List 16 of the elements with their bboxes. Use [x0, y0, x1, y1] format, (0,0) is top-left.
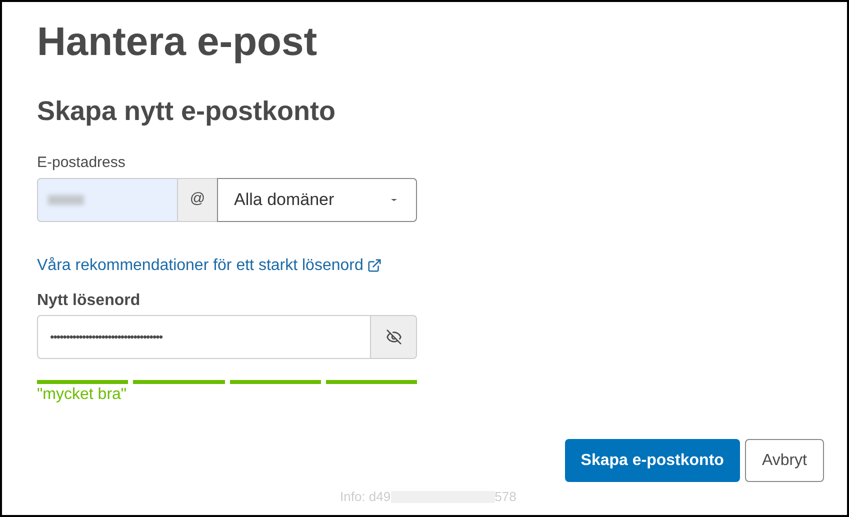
field-label: E-postadress	[37, 153, 126, 173]
eye-slash-icon	[386, 328, 402, 344]
password-input[interactable]: •••••••••••••••••••••••••••••••••••	[37, 314, 371, 358]
section-title: Skapa nytt e-postkonto	[37, 95, 336, 128]
password-recommendations-link[interactable]: Våra rekommendationer för ett starkt lösenord	[37, 254, 382, 278]
redacted-value	[48, 194, 84, 204]
email-input[interactable]	[37, 178, 178, 222]
page-title: Hantera e-post	[37, 19, 318, 66]
field-label: Nytt lösenord	[37, 290, 140, 310]
external-link-icon	[367, 258, 382, 273]
create-account-button[interactable]: Skapa e-postkonto	[564, 439, 740, 482]
show-password-button[interactable]	[371, 314, 417, 358]
at-addon: @	[178, 178, 217, 222]
cancel-button[interactable]: Avbryt	[744, 439, 824, 482]
strength-label: "mycket bra"	[37, 384, 127, 404]
domain-dropdown[interactable]: Alla domäner	[217, 178, 417, 222]
